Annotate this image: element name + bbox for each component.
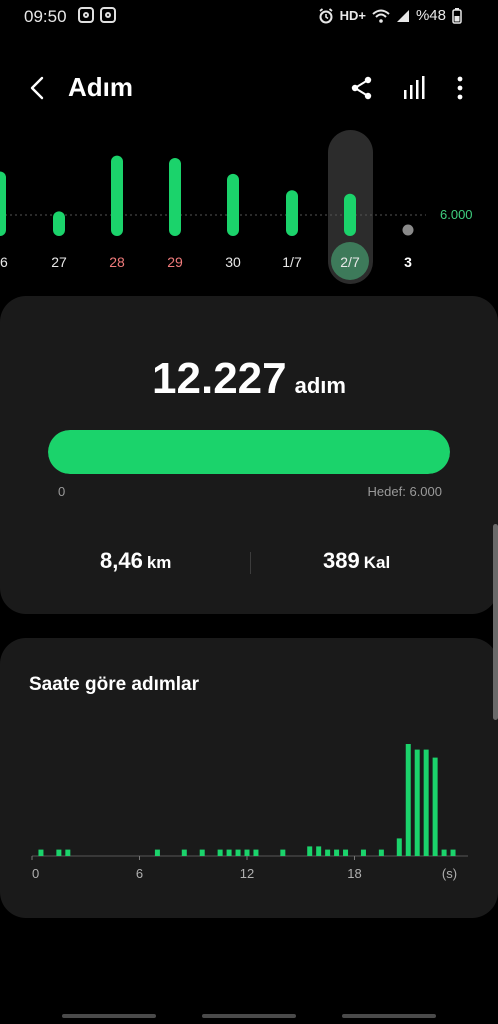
hourly-bar [378, 849, 384, 856]
goal-progress-fill [48, 430, 450, 474]
week-empty-dot [402, 224, 414, 236]
hourly-tick-label: 12 [240, 866, 254, 881]
signal-icon [396, 9, 409, 22]
page-title: Adım [68, 72, 133, 102]
hourly-bar [181, 849, 187, 856]
goal-label: 6.000 [440, 207, 473, 222]
week-bar[interactable] [0, 171, 6, 236]
wifi-icon [372, 9, 390, 23]
progress-min-label: 0 [58, 484, 66, 499]
steps-unit: adım [294, 373, 346, 398]
hourly-bar [325, 849, 331, 856]
hourly-tick-label: 6 [136, 866, 143, 881]
hourly-bar [441, 849, 447, 856]
calories-stat: 389 Kal [323, 548, 390, 574]
stats-divider [250, 552, 251, 574]
week-bar[interactable] [286, 190, 298, 236]
hourly-bar [396, 838, 402, 856]
distance-unit: km [146, 553, 172, 572]
distance-value: 8,46 [100, 548, 143, 573]
week-day-label[interactable]: 27 [51, 254, 67, 270]
weekly-steps-chart[interactable]: 6.000 26 27 28 29 30 1/7 2/7 3 [0, 128, 498, 288]
hourly-title: Saate göre adımlar [29, 674, 200, 695]
week-bar[interactable] [227, 173, 239, 236]
week-day-label[interactable]: 30 [225, 254, 241, 270]
hourly-bar [217, 849, 223, 856]
hourly-steps-card: Saate göre adımlar 0 6 12 18 (s) [0, 638, 498, 918]
camera-icon [100, 7, 116, 23]
hourly-steps-chart[interactable]: 0 6 12 18 (s) [0, 728, 498, 888]
hourly-bar [343, 849, 349, 856]
more-options-button[interactable] [446, 74, 474, 102]
stats-row: 8,46 km 389 Kal [0, 548, 498, 582]
goal-progress-bar [48, 430, 450, 474]
hourly-bar [235, 849, 241, 856]
hourly-bar [38, 849, 44, 856]
nav-back-button[interactable] [342, 1014, 436, 1018]
hourly-bar [199, 849, 205, 856]
alarm-icon [319, 7, 333, 23]
hourly-bar [423, 749, 429, 856]
hourly-bar [65, 849, 71, 856]
week-bar[interactable] [169, 157, 181, 236]
hourly-bar [360, 849, 366, 856]
hourly-bar [56, 849, 62, 856]
week-bar[interactable] [53, 211, 65, 236]
system-nav-bar [0, 1006, 498, 1024]
week-bar[interactable] [344, 193, 356, 236]
distance-stat: 8,46 km [100, 548, 171, 574]
week-bar[interactable] [111, 155, 123, 236]
hourly-bar [253, 849, 259, 856]
notification-icons [78, 7, 116, 23]
week-day-label[interactable]: 1/7 [282, 254, 302, 270]
battery-level: %48 [415, 7, 446, 24]
steps-total: 12.227 adım [0, 354, 498, 404]
trends-button[interactable] [402, 74, 430, 102]
nav-recents-button[interactable] [62, 1014, 156, 1018]
hourly-tick-label: 18 [347, 866, 361, 881]
week-day-label[interactable]: 3 [404, 254, 412, 270]
steps-count: 12.227 [152, 354, 287, 403]
share-button[interactable] [348, 74, 376, 102]
back-button[interactable] [24, 74, 52, 102]
hourly-bar [450, 849, 456, 856]
hourly-bar [316, 846, 322, 856]
more-vertical-icon [457, 76, 463, 100]
hourly-bar [432, 757, 438, 856]
scrollbar[interactable] [493, 524, 498, 720]
status-right: HD+ %48 [318, 7, 462, 24]
hourly-tick-label: 0 [32, 866, 39, 881]
instagram-icon [78, 7, 94, 23]
hourly-bar [405, 744, 411, 856]
share-icon [351, 76, 372, 100]
week-day-label[interactable]: 2/7 [340, 254, 360, 270]
hourly-tick-label: (s) [442, 866, 457, 881]
hourly-bar [414, 749, 420, 856]
app-header: Adım [0, 60, 498, 116]
progress-goal-label: Hedef: 6.000 [367, 484, 442, 499]
week-day-label[interactable]: 26 [0, 254, 8, 270]
chevron-left-icon [30, 76, 44, 100]
hourly-bar [226, 849, 232, 856]
calories-value: 389 [323, 548, 360, 573]
hourly-bar [154, 849, 160, 856]
summary-card: 12.227 adım 0 Hedef: 6.000 8,46 km 389 Kal [0, 296, 498, 614]
hourly-bar [334, 849, 340, 856]
status-time: 09:50 [24, 7, 67, 26]
hourly-bar [307, 846, 313, 856]
hourly-bar [244, 849, 250, 856]
week-day-label[interactable]: 29 [167, 254, 183, 270]
battery-icon [452, 7, 462, 24]
weekly-chart-svg: 6.000 26 27 28 29 30 1/7 2/7 3 [0, 130, 473, 284]
status-bar: 09:50 HD+ %48 [0, 0, 498, 34]
bar-chart-icon [404, 76, 425, 99]
network-type: HD+ [339, 8, 366, 23]
calories-unit: Kal [363, 553, 391, 572]
nav-home-button[interactable] [202, 1014, 296, 1018]
week-day-label[interactable]: 28 [109, 254, 125, 270]
hourly-bar [280, 849, 286, 856]
